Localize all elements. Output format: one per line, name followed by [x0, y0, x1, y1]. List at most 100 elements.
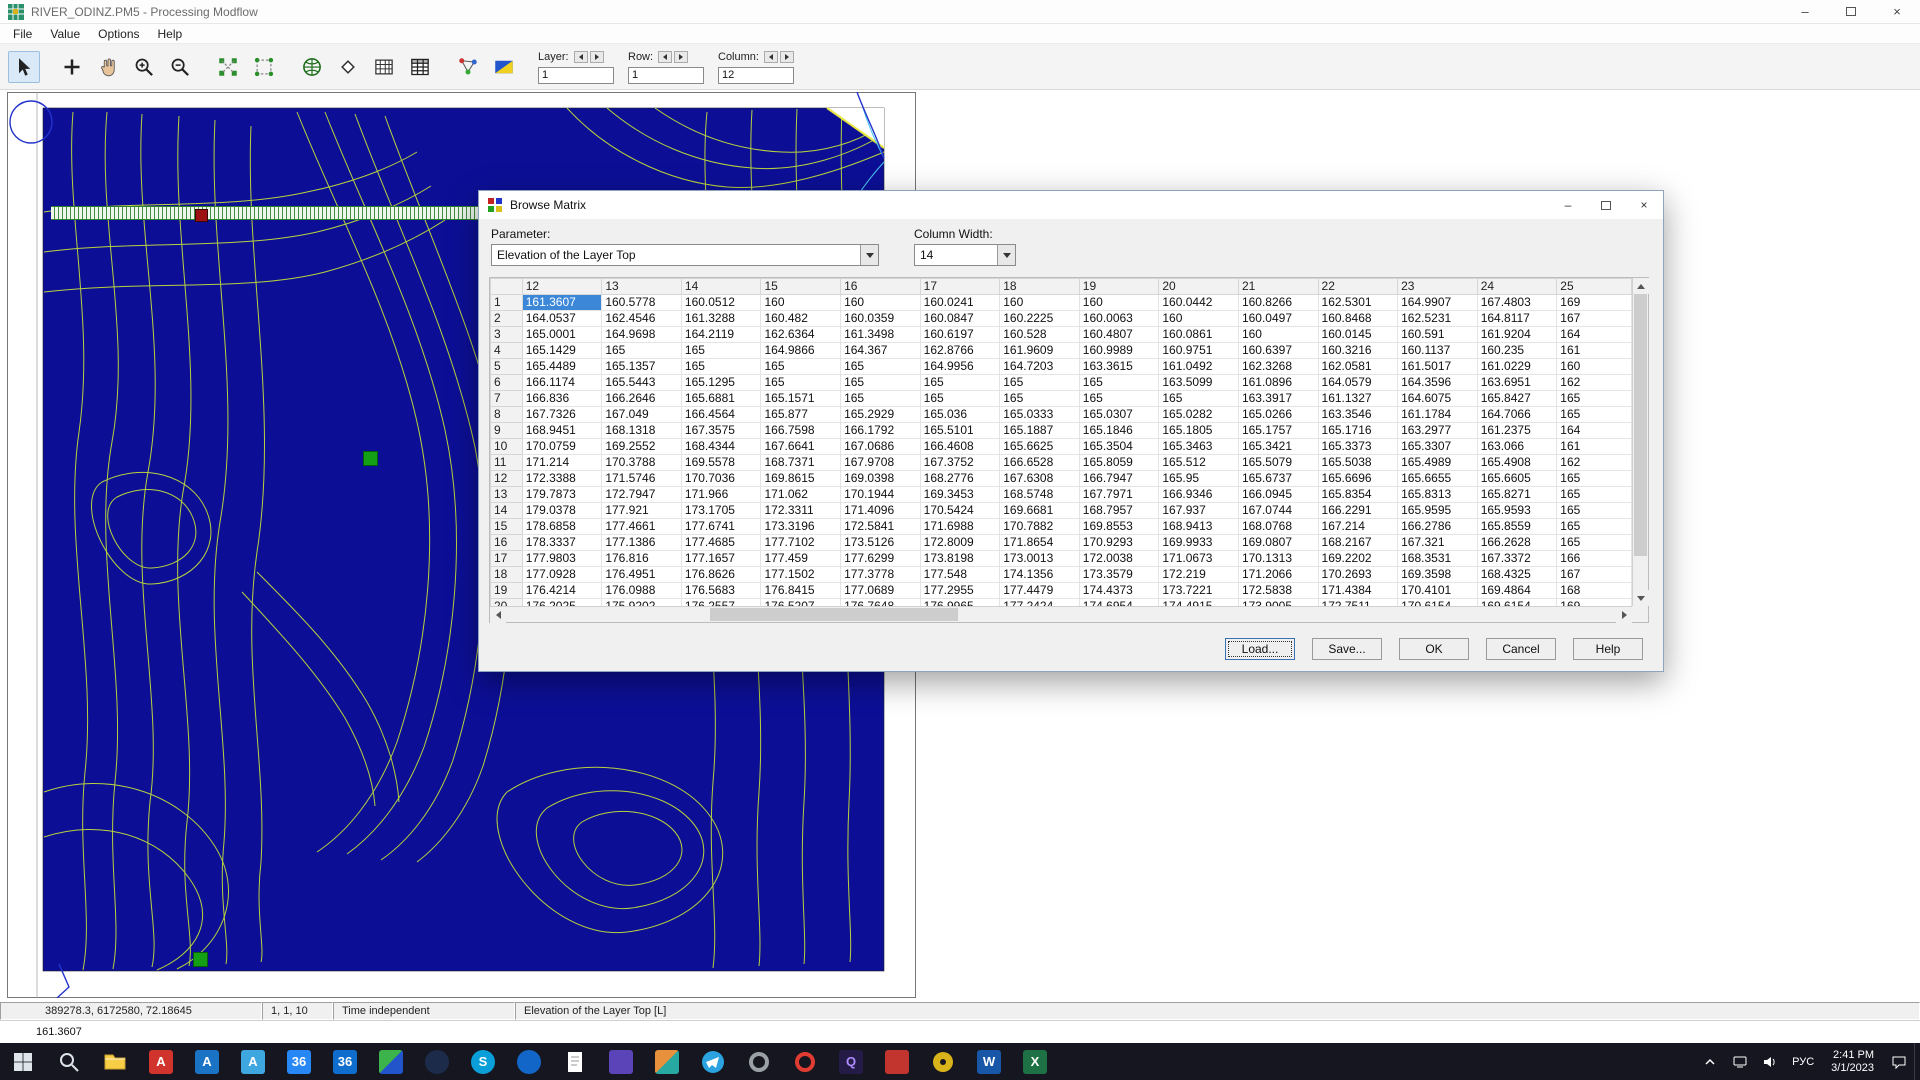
taskbar-app-13[interactable]	[690, 1043, 736, 1080]
layer-spin-left[interactable]	[573, 51, 588, 63]
matrix-cell[interactable]: 165	[840, 358, 921, 375]
matrix-cell[interactable]: 161.2375	[1476, 422, 1558, 439]
matrix-cell[interactable]: 176.2025	[521, 598, 603, 606]
matrix-cell[interactable]: 160.8468	[1317, 310, 1399, 327]
matrix-cell[interactable]: 166.1792	[840, 422, 921, 439]
matrix-cell[interactable]: 172.219	[1158, 566, 1239, 583]
taskbar-app-11[interactable]	[598, 1043, 644, 1080]
matrix-cell[interactable]: 165.3504	[1078, 438, 1160, 455]
matrix-cell[interactable]: 165.8059	[1078, 454, 1160, 471]
matrix-cell[interactable]: 165.1429	[521, 342, 603, 359]
row-header-12[interactable]: 12	[490, 470, 523, 487]
matrix-cell[interactable]: 160.9989	[1078, 342, 1160, 359]
matrix-cell[interactable]: 164	[1556, 422, 1632, 439]
matrix-cell[interactable]: 160.1137	[1397, 342, 1478, 359]
matrix-cell[interactable]: 164.6075	[1397, 390, 1478, 407]
row-header-1[interactable]: 1	[490, 294, 523, 311]
matrix-grid-icon[interactable]	[368, 50, 400, 83]
matrix-cell[interactable]: 177.2955	[919, 582, 1001, 599]
matrix-cell[interactable]: 177.9803	[521, 550, 603, 567]
matrix-cell[interactable]: 173.3196	[760, 518, 842, 535]
matrix-cell[interactable]: 170.4101	[1397, 582, 1478, 599]
row-header-15[interactable]: 15	[490, 518, 523, 535]
matrix-cell[interactable]: 160.6197	[919, 326, 1001, 343]
matrix-cell[interactable]: 173.9005	[1237, 598, 1319, 606]
matrix-cell[interactable]: 165	[840, 374, 921, 391]
matrix-cell[interactable]: 177.1657	[680, 550, 762, 567]
matrix-cell[interactable]: 161.3498	[840, 326, 921, 343]
volume-icon[interactable]	[1755, 1043, 1785, 1080]
matrix-cell[interactable]: 165.0266	[1237, 406, 1319, 423]
matrix-cell[interactable]: 162.6364	[760, 326, 842, 343]
matrix-cell[interactable]: 165	[999, 390, 1080, 407]
matrix-cell[interactable]: 167.937	[1158, 502, 1239, 519]
matrix-cell[interactable]: 169.6681	[999, 502, 1080, 519]
matrix-cell[interactable]: 161.9204	[1476, 326, 1558, 343]
matrix-cell[interactable]: 172.0038	[1078, 550, 1160, 567]
matrix-cell[interactable]: 166.4608	[919, 438, 1001, 455]
search-button[interactable]	[46, 1043, 92, 1080]
matrix-cell[interactable]: 160.0241	[919, 294, 1001, 311]
matrix-cell[interactable]: 166.1174	[521, 374, 603, 391]
matrix-cell[interactable]: 161.0229	[1476, 358, 1558, 375]
matrix-cell[interactable]: 170.6154	[1397, 598, 1478, 606]
matrix-cell[interactable]: 160.235	[1476, 342, 1558, 359]
matrix-cell[interactable]: 176.5207	[760, 598, 842, 606]
parameter-combo[interactable]: Elevation of the Layer Top	[491, 244, 879, 266]
matrix-cell[interactable]: 160.3216	[1317, 342, 1399, 359]
matrix-cell[interactable]: 176.7648	[840, 598, 921, 606]
matrix-cell[interactable]: 165.5101	[919, 422, 1001, 439]
matrix-cell[interactable]: 177.0928	[521, 566, 603, 583]
matrix-cell[interactable]: 171.5746	[601, 470, 682, 487]
column-width-combo-arrow-icon[interactable]	[997, 245, 1015, 265]
matrix-cell[interactable]: 168.5748	[999, 486, 1080, 503]
matrix-cell[interactable]: 160	[1556, 358, 1632, 375]
matrix-cell[interactable]: 174.4915	[1158, 598, 1239, 606]
matrix-cell[interactable]: 169	[1556, 294, 1632, 311]
matrix-cell[interactable]: 165	[1556, 534, 1632, 551]
col-header-23[interactable]: 23	[1397, 278, 1478, 295]
matrix-cell[interactable]: 165.0307	[1078, 406, 1160, 423]
matrix-cell[interactable]: 163.3917	[1237, 390, 1319, 407]
matrix-cell[interactable]: 164.9698	[601, 326, 682, 343]
row-spin-right[interactable]	[674, 51, 689, 63]
col-header-15[interactable]: 15	[760, 278, 842, 295]
matrix-cell[interactable]: 160.0847	[919, 310, 1001, 327]
menu-item-value[interactable]: Value	[41, 25, 89, 43]
row-header-11[interactable]: 11	[490, 454, 523, 471]
matrix-cell[interactable]: 162	[1556, 454, 1632, 471]
matrix-cell[interactable]: 166.4564	[680, 406, 762, 423]
parameter-combo-arrow-icon[interactable]	[860, 245, 878, 265]
matrix-cell[interactable]: 161.3288	[680, 310, 762, 327]
layer-spin-right[interactable]	[589, 51, 604, 63]
matrix-cell[interactable]: 168.3531	[1397, 550, 1478, 567]
matrix-cell[interactable]: 171.8654	[999, 534, 1080, 551]
matrix-cell[interactable]: 160.0512	[680, 294, 762, 311]
matrix-cell[interactable]: 171.4384	[1317, 582, 1399, 599]
matrix-cell[interactable]: 170.5424	[919, 502, 1001, 519]
matrix-cell[interactable]: 179.0378	[521, 502, 603, 519]
col-header-14[interactable]: 14	[680, 278, 762, 295]
matrix-cell[interactable]: 167.321	[1397, 534, 1478, 551]
matrix-cell[interactable]: 177.548	[919, 566, 1001, 583]
matrix-cell[interactable]: 178.3337	[521, 534, 603, 551]
matrix-cell[interactable]: 167.0744	[1237, 502, 1319, 519]
matrix-cell[interactable]: 168	[1556, 582, 1632, 599]
col-header-20[interactable]: 20	[1158, 278, 1239, 295]
scroll-up-icon[interactable]	[1633, 278, 1649, 294]
matrix-cell[interactable]: 176.8626	[680, 566, 762, 583]
matrix-cell[interactable]: 169.2552	[601, 438, 682, 455]
matrix-cell[interactable]: 172.7947	[601, 486, 682, 503]
pan-hand-icon[interactable]	[92, 50, 124, 83]
taskbar-app-2[interactable]: A	[184, 1043, 230, 1080]
matrix-cell[interactable]: 164.367	[840, 342, 921, 359]
matrix-cell[interactable]: 168.9413	[1158, 518, 1239, 535]
matrix-cell[interactable]: 160.9751	[1158, 342, 1239, 359]
select-cursor-icon[interactable]	[8, 50, 40, 83]
matrix-cell[interactable]: 160.482	[760, 310, 842, 327]
matrix-cell[interactable]: 176.2557	[680, 598, 762, 606]
matrix-cell[interactable]: 160.2225	[999, 310, 1080, 327]
matrix-cell[interactable]: 163.066	[1476, 438, 1558, 455]
matrix-cell[interactable]: 169.0398	[840, 470, 921, 487]
matrix-cell[interactable]: 166.7947	[1078, 470, 1160, 487]
